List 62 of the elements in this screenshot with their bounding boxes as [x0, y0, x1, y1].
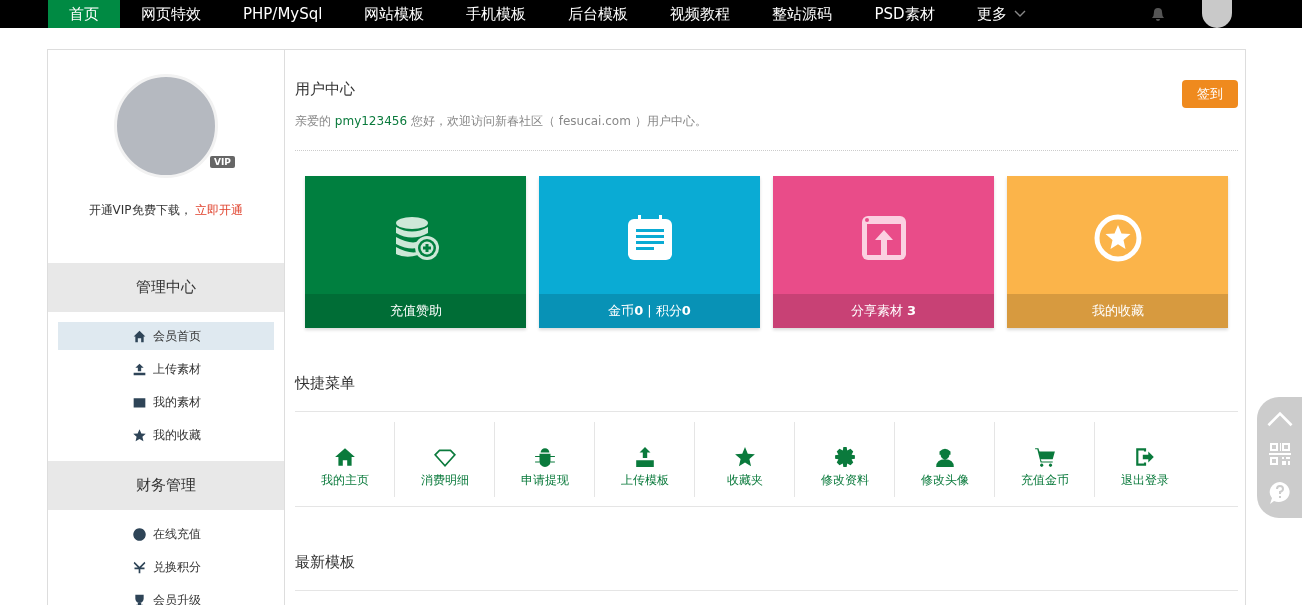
avatar[interactable]	[1202, 0, 1232, 28]
card-label: 充值赞助	[305, 294, 526, 328]
sidebar-item[interactable]: 在线充值	[58, 520, 274, 548]
vip-promo-text: 开通VIP免费下载，	[88, 203, 192, 217]
star-icon	[131, 427, 147, 443]
sidebar-heading: 管理中心	[48, 263, 284, 312]
sidebar-item[interactable]: 上传素材	[58, 355, 274, 383]
welcome-text: 亲爱的 pmy123456 您好，欢迎访问新春社区（ fesucai.com ）用户中心。	[295, 113, 707, 130]
quick-menu-item[interactable]: 我的主页	[295, 422, 395, 497]
vip-badge: VIP	[210, 156, 235, 168]
gear-icon	[833, 446, 856, 468]
stat-card[interactable]: 充值赞助	[305, 176, 526, 328]
sidebar-item[interactable]: 我的收藏	[58, 421, 274, 449]
stat-card[interactable]: 分享素材 3	[773, 176, 994, 328]
exchange-icon	[131, 559, 147, 575]
sidebar-item[interactable]: 我的素材	[58, 388, 274, 416]
card-label: 分享素材 3	[773, 294, 994, 328]
nav-link[interactable]: 首页	[48, 0, 120, 28]
share-icon	[859, 214, 908, 262]
page-title: 用户中心	[295, 80, 356, 99]
quick-menu-item[interactable]: 退出登录	[1095, 422, 1195, 497]
nav-link[interactable]: 手机模板	[445, 0, 548, 28]
sidebar-item[interactable]: 会员首页	[58, 322, 274, 350]
nav-link[interactable]: PSD素材	[853, 0, 956, 28]
home-icon	[131, 328, 147, 344]
card-label: 我的收藏	[1007, 294, 1228, 328]
cart-icon	[1033, 446, 1056, 468]
qr-code-icon[interactable]	[1268, 441, 1291, 466]
stat-card[interactable]: 金币0 | 积分0	[539, 176, 760, 328]
quick-menu-item[interactable]: 收藏夹	[695, 422, 795, 497]
quick-menu-item[interactable]: 修改资料	[795, 422, 895, 497]
chevron-up-icon[interactable]	[1265, 410, 1294, 427]
upload-icon	[131, 361, 147, 377]
quick-menu-item[interactable]: 充值金币	[995, 422, 1095, 497]
nav-more-link[interactable]: 更多	[955, 0, 1028, 28]
nav-link[interactable]: 网站模板	[343, 0, 446, 28]
quick-menu-item[interactable]: 修改头像	[895, 422, 995, 497]
sidebar-item[interactable]: 会员升级	[58, 586, 274, 605]
caret-icon	[1013, 10, 1026, 18]
quick-menu-item[interactable]: 消费明细	[395, 422, 495, 497]
nav-link[interactable]: 整站源码	[751, 0, 854, 28]
sidebar-heading: 财务管理	[48, 461, 284, 510]
nav-link[interactable]: 网页特效	[120, 0, 222, 28]
home-icon	[333, 446, 356, 468]
quick-menu-item[interactable]: 申请提现	[495, 422, 595, 497]
open-vip-link[interactable]: 立即开通	[195, 203, 244, 217]
card-label: 金币0 | 积分0	[539, 294, 760, 328]
nav-link[interactable]: 视频教程	[649, 0, 752, 28]
nav-link[interactable]: PHP/MySql	[222, 0, 344, 28]
nav-link[interactable]: 后台模板	[547, 0, 650, 28]
bug-icon	[533, 446, 556, 468]
user-icon	[933, 446, 956, 468]
star-icon	[733, 446, 756, 468]
notepad-icon	[625, 214, 674, 262]
section-title: 快捷菜单	[295, 328, 1238, 412]
help-bubble-icon[interactable]	[1267, 480, 1292, 505]
exit-icon	[1134, 446, 1156, 468]
star-circle-icon	[1093, 214, 1142, 262]
sidebar-item[interactable]: 兑换积分	[58, 553, 274, 581]
upload-icon	[633, 446, 656, 468]
quick-menu-item[interactable]: 上传模板	[595, 422, 695, 497]
section-title: 最新模板	[295, 507, 1238, 591]
